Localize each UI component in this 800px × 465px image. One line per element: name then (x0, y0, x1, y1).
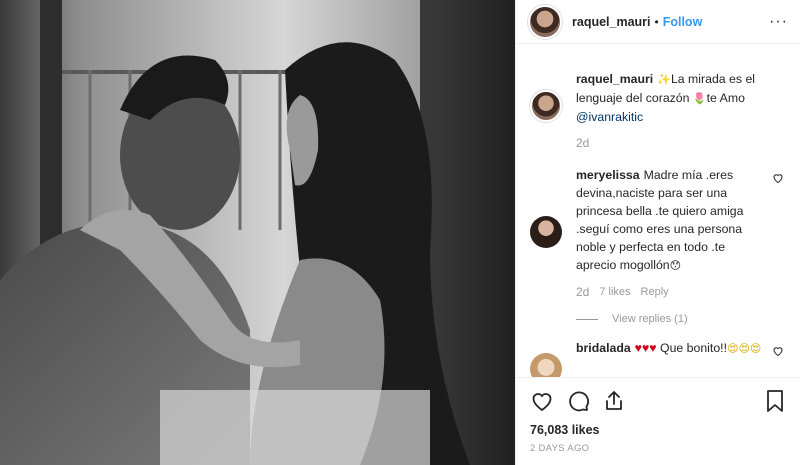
comment-timestamp[interactable]: 2d (576, 283, 589, 301)
like-heart-icon[interactable] (530, 389, 554, 413)
post-date: 2 DAYS AGO (530, 443, 590, 454)
author-username[interactable]: raquel_mauri (572, 15, 651, 29)
tulip-emoji: 🌷 (692, 92, 707, 105)
comment-username[interactable]: meryelissa (576, 168, 640, 182)
view-replies-label: View replies (1) (612, 313, 688, 325)
comment-emoji: 😯 (669, 259, 682, 272)
commenter-avatar[interactable] (530, 353, 562, 377)
comment-bubble-icon[interactable] (566, 389, 590, 413)
more-options-icon[interactable]: ··· (769, 13, 788, 31)
view-replies-button[interactable]: View replies (1) (576, 313, 786, 325)
caption-mention-link[interactable]: @ivanrakitic (576, 110, 643, 124)
likes-count[interactable]: 76,083 likes (530, 423, 786, 437)
caption-timestamp[interactable]: 2d (576, 134, 589, 152)
caption-username[interactable]: raquel_mauri (576, 72, 653, 86)
comment-text: Madre mía .eres devina,naciste para ser … (576, 168, 744, 272)
separator-dot: • (654, 14, 659, 29)
like-comment-heart-icon[interactable] (772, 172, 784, 184)
caption: raquel_mauri ✨La mirada es el lenguaje de… (530, 70, 786, 152)
post-sidebar: raquel_mauri • Follow ··· raquel_mauri ✨L… (515, 0, 800, 465)
comment-username[interactable]: bridalada (576, 341, 631, 355)
sparkles-emoji: ✨ (657, 73, 671, 86)
instagram-post: raquel_mauri • Follow ··· raquel_mauri ✨L… (0, 0, 800, 465)
comment-emoji: 😍😍😍 (727, 342, 762, 355)
replies-line (576, 318, 598, 320)
comment-item: meryelissa Madre mía .eres devina,naciste… (530, 166, 786, 301)
post-actions: 76,083 likes 2 DAYS AGO (516, 377, 800, 454)
reply-button[interactable]: Reply (641, 283, 669, 301)
post-photo[interactable] (0, 0, 515, 465)
like-comment-heart-icon[interactable] (772, 345, 784, 357)
author-avatar[interactable] (528, 4, 562, 39)
post-header: raquel_mauri • Follow ··· (516, 0, 800, 44)
bookmark-icon[interactable] (764, 389, 786, 413)
share-icon[interactable] (602, 389, 626, 413)
couple-photo-image (0, 0, 515, 465)
comment-likes[interactable]: 7 likes (599, 283, 630, 301)
caption-avatar[interactable] (530, 90, 562, 122)
comment-text: Que bonito!! (660, 341, 727, 355)
comments-list[interactable]: raquel_mauri ✨La mirada es el lenguaje de… (516, 44, 800, 377)
caption-text-2: te Amo (706, 91, 745, 105)
comment-item: bridalada ♥♥♥ Que bonito!!😍😍😍 (530, 339, 786, 377)
commenter-avatar[interactable] (530, 216, 562, 248)
follow-button[interactable]: Follow (663, 15, 703, 29)
hearts-emoji: ♥♥♥ (634, 341, 657, 355)
